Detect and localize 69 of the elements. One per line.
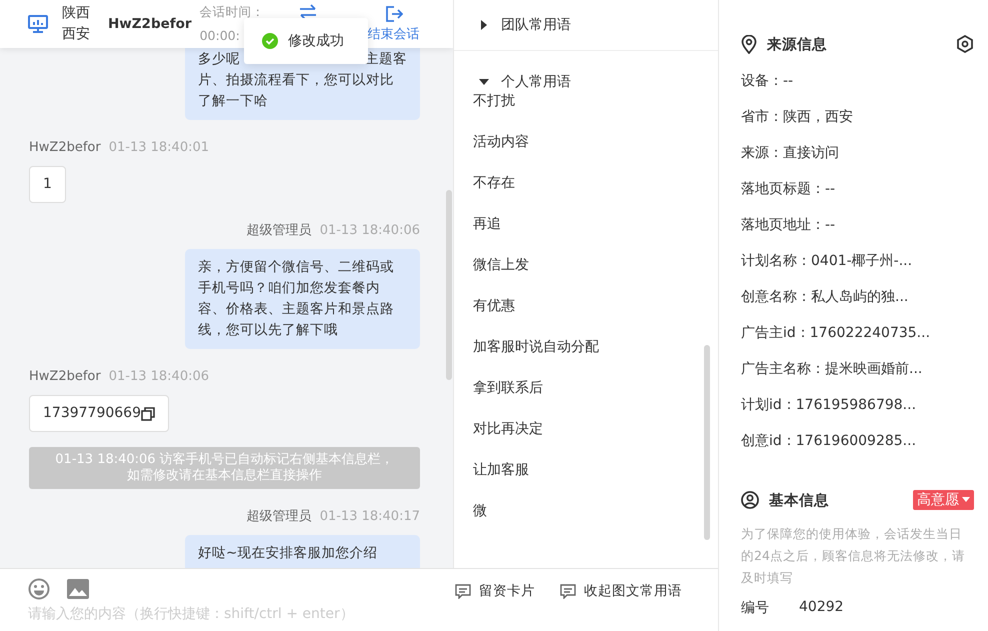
- note-text: 为了保障您的使用体验，会话发生当日的24点之后，顾客信息将无法修改，请及时填写: [741, 525, 966, 587]
- phrase-item[interactable]: 微信上发: [473, 255, 529, 275]
- sender-name: HwZ2befor: [29, 368, 101, 386]
- monitor-icon: [28, 15, 48, 33]
- check-icon: [262, 33, 278, 49]
- info-text: 计划名称：0401-椰子州-...: [741, 252, 914, 271]
- message-text: 片、拍摄流程看下，您可以对比了解一下哈: [198, 71, 395, 111]
- end-session-button[interactable]: 结束会话: [368, 5, 420, 43]
- visitor-name: HwZ2befor: [108, 16, 192, 32]
- phrase-item[interactable]: 不存在: [473, 173, 515, 193]
- caret-down-icon: [962, 497, 970, 503]
- info-text: 落地页地址：--: [741, 216, 836, 235]
- phrase-group-header[interactable]: 个人常用语: [477, 73, 571, 91]
- user-icon: [741, 491, 759, 509]
- session-time: 00:00:: [200, 27, 241, 45]
- location-text: 陕西: [62, 4, 90, 23]
- info-text: 广告主名称：提米映画婚前...: [741, 360, 924, 379]
- section-title: 基本信息: [769, 492, 830, 510]
- scrollbar[interactable]: [704, 345, 710, 540]
- phrase-item[interactable]: 有优惠: [473, 296, 515, 316]
- sender-name: 超级管理员: [246, 222, 312, 240]
- message-time: 01-13 18:40:01: [108, 139, 210, 157]
- message-time: 01-13 18:40:06: [108, 368, 210, 386]
- phrase-item[interactable]: 对比再决定: [473, 419, 543, 439]
- sender-name: HwZ2befor: [29, 139, 101, 157]
- phrase-item[interactable]: 拿到联系后: [473, 378, 543, 398]
- message-icon: [560, 584, 576, 598]
- message-text: 亲，方便留个微信号、二维码或手机号吗？咱们加您发套餐内容、价格表、主题客片和景点路线，您可以先了解下哦: [198, 258, 395, 340]
- info-text: 设备：--: [741, 72, 794, 91]
- message-text: 好哒~现在安排客服加您介绍: [198, 544, 378, 563]
- info-text: 来源：直接访问: [741, 144, 840, 163]
- sender-name: 超级管理员: [246, 508, 312, 526]
- phrase-toggle-button[interactable]: 收起图文常用语: [560, 582, 682, 600]
- caret-down-icon: [479, 77, 489, 87]
- caret-right-icon: [479, 20, 489, 30]
- message-text: 多少呢: [198, 50, 240, 69]
- phrase-toggle-button[interactable]: 留资卡片: [455, 582, 535, 600]
- emoji-icon[interactable]: [28, 578, 50, 600]
- phrase-item[interactable]: 加客服时说自动分配: [473, 337, 599, 357]
- location-text: 西安: [62, 25, 90, 44]
- info-text: 落地页标题：--: [741, 180, 836, 199]
- exit-icon: [384, 5, 403, 23]
- message-icon: [455, 584, 471, 598]
- message-time: 01-13 18:40:17: [320, 508, 420, 526]
- info-text: 广告主id：176022240735...: [741, 324, 932, 343]
- phrase-item[interactable]: 微: [473, 501, 487, 521]
- info-text: 省市：陕西，西安: [741, 108, 854, 127]
- info-text: 创意名称：私人岛屿的独...: [741, 288, 910, 307]
- message-time: 01-13 18:40:06: [320, 222, 420, 240]
- field-value: 40292: [799, 599, 844, 617]
- image-icon[interactable]: [67, 579, 89, 599]
- section-title: 来源信息: [767, 36, 828, 54]
- phrase-item[interactable]: 再追: [473, 214, 501, 234]
- transfer-icon[interactable]: [298, 4, 318, 20]
- copy-icon[interactable]: [140, 406, 155, 420]
- location-pin-icon: [741, 34, 757, 54]
- phrase-item[interactable]: 活动内容: [473, 132, 529, 152]
- message-text: 1: [43, 175, 52, 194]
- phrase-group-header[interactable]: 团队常用语: [477, 16, 571, 34]
- info-text: 创意id：176196009285...: [741, 432, 918, 451]
- message-text: 17397790669: [43, 404, 141, 423]
- toast-text: 修改成功: [288, 32, 344, 50]
- session-label: 会话时间：: [200, 3, 260, 21]
- scrollbar[interactable]: [446, 190, 452, 380]
- settings-icon[interactable]: [956, 35, 974, 53]
- phrase-item[interactable]: 不打扰: [473, 91, 515, 111]
- field-label: 编号: [741, 599, 769, 617]
- info-text: 计划id：176195986798...: [741, 396, 918, 415]
- phrase-item[interactable]: 让加客服: [473, 460, 529, 480]
